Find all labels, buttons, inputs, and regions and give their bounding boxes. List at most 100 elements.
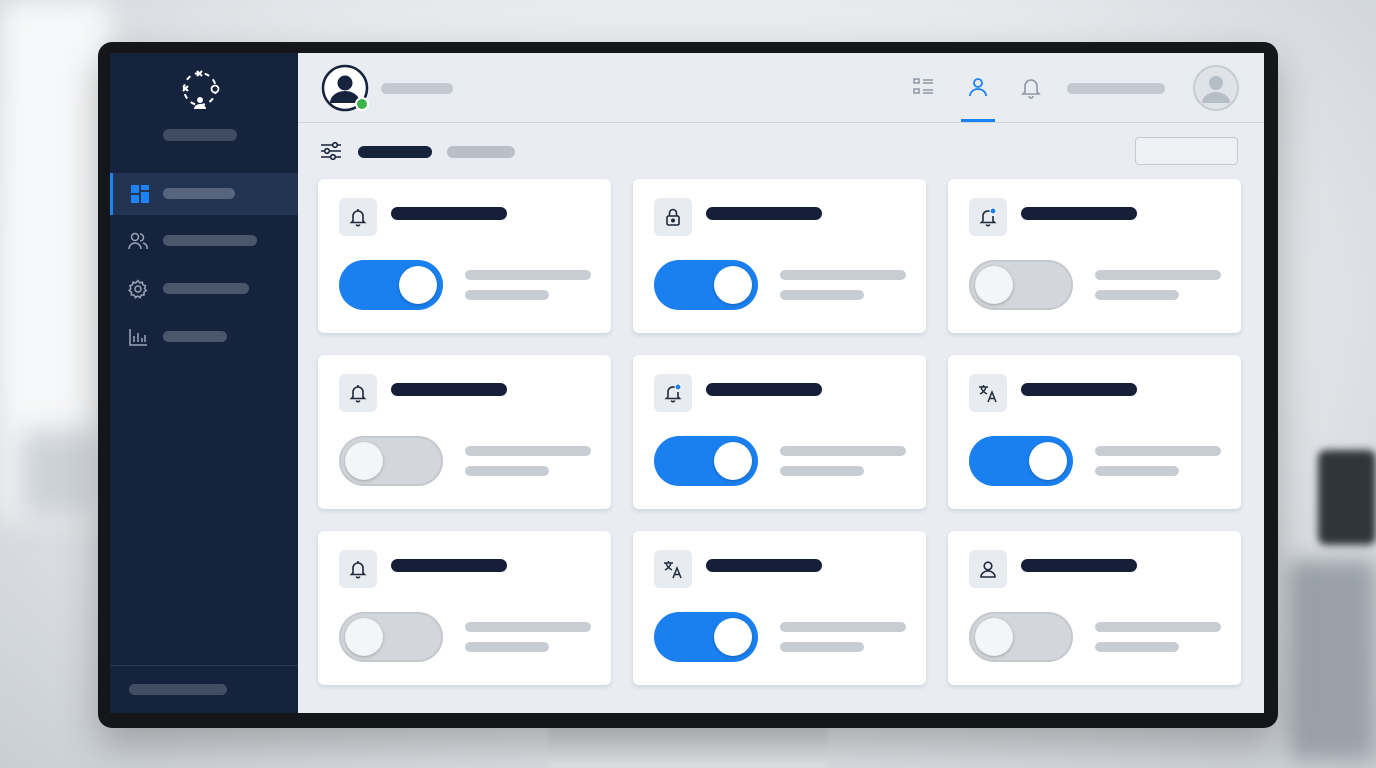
workspace-name [163,129,237,141]
toggle-knob [399,266,437,304]
setting-description [465,290,549,300]
setting-description [1095,622,1221,632]
setting-toggle[interactable] [654,612,758,662]
sidebar-item-label [163,235,257,246]
setting-toggle[interactable] [969,612,1073,662]
sidebar-footer-link[interactable] [129,684,227,695]
setting-icon-box [339,550,377,588]
setting-icon-box [654,198,692,236]
bar-chart-icon [129,329,147,346]
app-screen [110,53,1264,713]
bell-icon [349,561,367,579]
setting-title [1021,207,1137,220]
sidebar-item-analytics[interactable] [110,316,298,358]
toggle-knob [345,442,383,480]
setting-card [633,531,926,685]
setting-description [780,466,864,476]
setting-title [1021,559,1137,572]
setting-icon-box [339,198,377,236]
bell-icon [349,209,367,227]
sidebar [110,53,298,713]
translate-icon [979,385,997,403]
bell-badge-icon [979,207,997,227]
setting-card [318,355,611,509]
background-panel [20,430,100,520]
header-search-field[interactable] [1067,83,1165,94]
lock-icon [666,208,680,226]
translate-icon [664,561,682,579]
toggle-knob [714,442,752,480]
setting-description [1095,642,1179,652]
setting-card [318,531,611,685]
setting-title [706,559,822,572]
setting-description [465,270,591,280]
filter-tab-active[interactable] [358,146,432,158]
setting-description [1095,290,1179,300]
user-avatar[interactable] [321,64,369,112]
setting-description [465,642,549,652]
setting-toggle[interactable] [339,612,443,662]
setting-icon-box [969,550,1007,588]
setting-description [780,622,906,632]
setting-card [948,355,1241,509]
sidebar-item-dashboard[interactable] [110,173,298,215]
setting-title [1021,383,1137,396]
bell-badge-icon [664,383,682,403]
setting-icon-box [969,198,1007,236]
background-desk [1290,560,1376,760]
filter-tab[interactable] [447,146,515,158]
setting-description [465,622,591,632]
setting-description [780,290,864,300]
monitor-stand [548,724,828,768]
setting-toggle[interactable] [339,436,443,486]
setting-toggle[interactable] [969,260,1073,310]
background-monitor [1318,450,1376,545]
toggle-knob [975,266,1013,304]
active-tab-indicator [961,119,995,122]
dashboard-grid-icon [131,185,149,203]
setting-title [706,383,822,396]
setting-icon-box [654,550,692,588]
users-icon [128,232,148,250]
setting-card [318,179,611,333]
sidebar-item-users[interactable] [110,220,298,262]
sidebar-item-label [163,283,249,294]
sidebar-item-label [163,331,227,342]
toggle-knob [975,618,1013,656]
setting-description [780,446,906,456]
sidebar-item-settings[interactable] [110,268,298,310]
setting-card [633,355,926,509]
bell-icon [349,385,367,403]
setting-description [1095,270,1221,280]
setting-toggle[interactable] [969,436,1073,486]
sliders-icon[interactable] [320,140,342,162]
setting-title [391,207,507,220]
setting-toggle[interactable] [339,260,443,310]
list-view-icon[interactable] [912,75,936,99]
setting-description [1095,446,1221,456]
setting-title [391,559,507,572]
setting-title [706,207,822,220]
toggle-knob [714,266,752,304]
setting-toggle[interactable] [654,436,758,486]
setting-title [391,383,507,396]
setting-description [780,270,906,280]
bell-icon[interactable] [1019,75,1043,99]
setting-card [633,179,926,333]
main-content [298,53,1264,713]
online-status-dot [355,97,369,111]
setting-description [1095,466,1179,476]
team-network-icon[interactable] [178,67,222,111]
setting-icon-box [654,374,692,412]
setting-description [465,446,591,456]
setting-description [780,642,864,652]
user-icon[interactable] [966,75,990,99]
gear-icon [128,279,148,299]
setting-icon-box [969,374,1007,412]
setting-card [948,531,1241,685]
toolbar-action-button[interactable] [1135,137,1238,165]
profile-avatar[interactable] [1193,65,1239,111]
setting-icon-box [339,374,377,412]
setting-toggle[interactable] [654,260,758,310]
sidebar-item-label [163,188,235,199]
